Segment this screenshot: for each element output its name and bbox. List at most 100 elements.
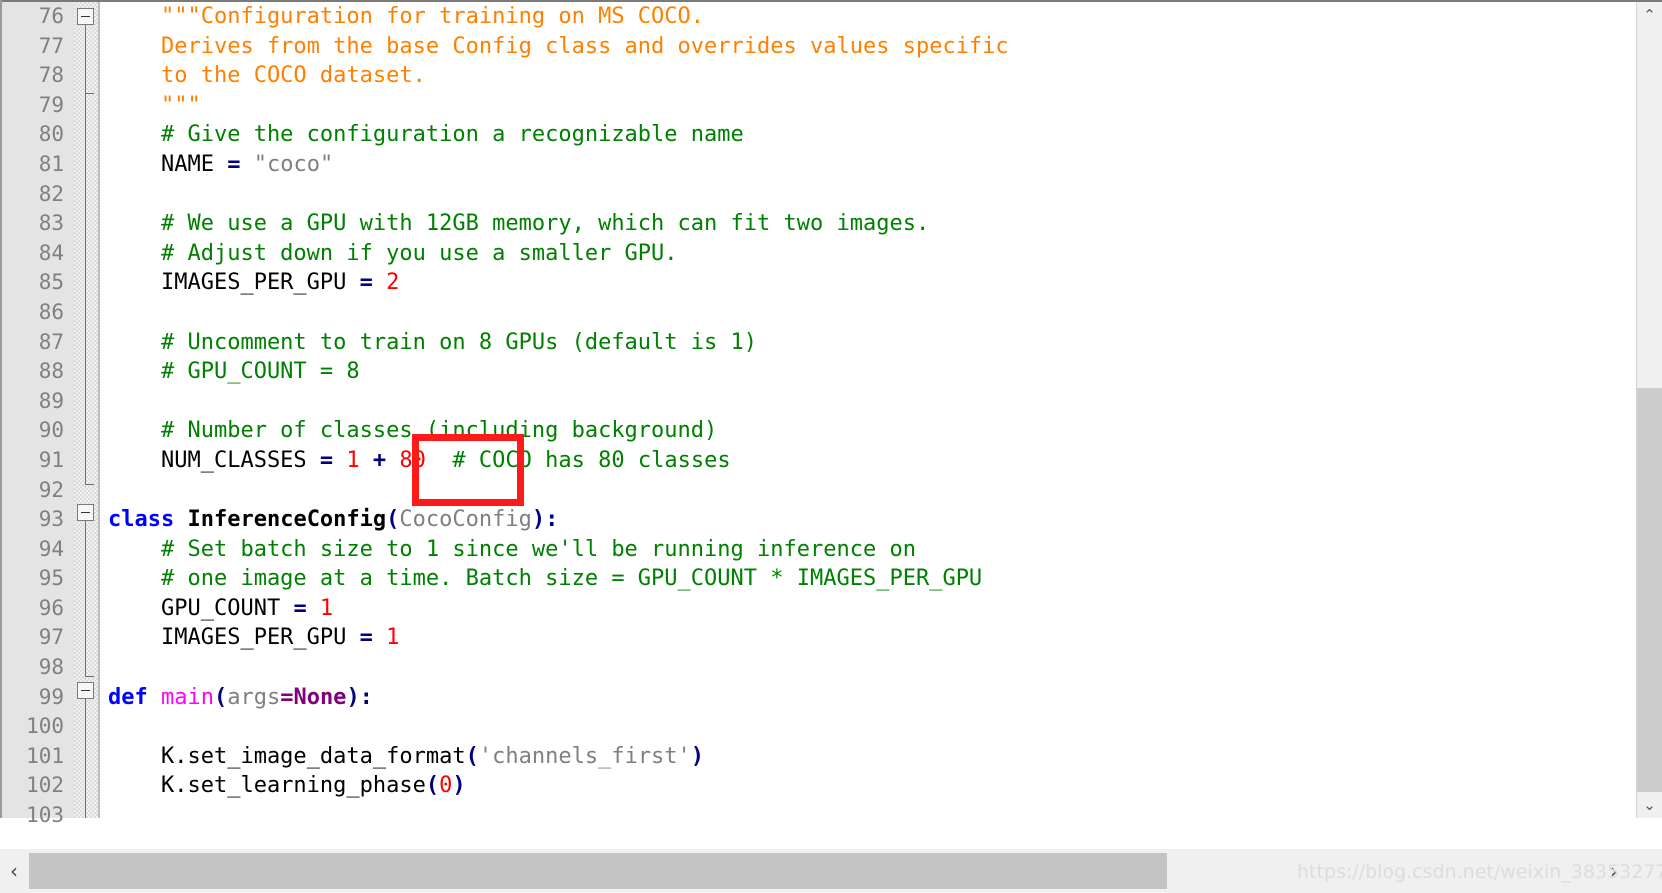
line-number: 83	[38, 211, 64, 236]
code-line[interactable]: def main(args=None):	[100, 683, 1534, 713]
line-number: 98	[38, 655, 64, 680]
code-token-id: NAME	[108, 151, 228, 177]
line-number: 94	[38, 536, 64, 561]
line-number: 77	[38, 33, 64, 58]
code-token-id: IMAGES_PER_GPU	[108, 625, 360, 651]
watermark-text: https://blog.csdn.net/weixin_38353277	[1297, 861, 1662, 883]
scroll-up-arrow-icon[interactable]: ⌃	[1637, 2, 1662, 28]
code-text-area[interactable]: """Configuration for training on MS COCO…	[100, 2, 1534, 818]
fold-region-end-marker	[85, 484, 94, 485]
code-token-cmt: # Uncomment to train on 8 GPUs (default …	[108, 329, 758, 355]
code-token-kw: def	[108, 684, 161, 710]
code-token-op: (	[386, 507, 400, 533]
horizontal-scrollbar-thumb[interactable]	[29, 853, 1167, 889]
code-line[interactable]: # Give the configuration a recognizable …	[100, 120, 1534, 150]
code-line[interactable]: # Uncomment to train on 8 GPUs (default …	[100, 328, 1534, 358]
code-line[interactable]: """	[100, 91, 1534, 121]
line-number: 90	[38, 418, 64, 443]
line-number: 102	[26, 773, 64, 798]
code-token-cmt: # We use a GPU with 12GB memory, which c…	[108, 211, 930, 237]
line-number: 87	[38, 329, 64, 354]
code-line[interactable]: NUM_CLASSES = 1 + 80 # COCO has 80 class…	[100, 446, 1534, 476]
code-line[interactable]: IMAGES_PER_GPU = 1	[100, 623, 1534, 653]
code-line[interactable]	[100, 801, 1534, 818]
code-token-fn: main	[160, 684, 214, 710]
code-line[interactable]: K.set_learning_phase(0)	[100, 771, 1534, 801]
code-line[interactable]: Derives from the base Config class and o…	[100, 32, 1534, 62]
code-token-op: (	[425, 773, 440, 799]
code-token-num: 1	[333, 447, 373, 473]
code-token-op: =	[359, 625, 373, 651]
code-token-doc: Derives from the base Config class and o…	[108, 33, 1009, 59]
fold-collapse-icon[interactable]	[77, 682, 94, 699]
fold-guide-line	[85, 699, 86, 818]
code-token-kw: class	[108, 507, 188, 533]
vertical-scrollbar[interactable]: ⌃ ⌄	[1636, 2, 1662, 818]
code-line[interactable]: class InferenceConfig(CocoConfig):	[100, 505, 1534, 535]
code-line[interactable]: # Set batch size to 1 since we'll be run…	[100, 535, 1534, 565]
line-number: 97	[38, 625, 64, 650]
code-token-op: +	[372, 447, 387, 473]
line-number-gutter: 76 77 78 79 80 81 82 83 84 85 86 87 88 89 90 91 92 93 94 95…	[2, 2, 74, 827]
fold-guide-line	[85, 25, 86, 93]
line-number: 99	[38, 684, 64, 709]
code-line[interactable]: GPU_COUNT = 1	[100, 594, 1534, 624]
code-token-cmt: # one image at a time. Batch size = GPU_…	[108, 566, 983, 592]
code-token-cls: InferenceConfig	[187, 507, 387, 533]
code-token-num: 1	[306, 595, 334, 621]
line-number: 100	[26, 714, 64, 739]
code-token-id: IMAGES_PER_GPU	[108, 270, 360, 296]
code-token-doc: """	[108, 92, 201, 118]
code-token-doc: to the COCO dataset.	[108, 63, 426, 89]
code-line[interactable]	[100, 653, 1534, 683]
code-token-cmt: # Number of classes (including backgroun…	[108, 418, 718, 444]
code-line[interactable]: NAME = "coco"	[100, 150, 1534, 180]
code-token-op: )	[452, 773, 466, 799]
code-line[interactable]: # one image at a time. Batch size = GPU_…	[100, 564, 1534, 594]
fold-region-end-marker	[85, 676, 94, 677]
code-token-num: 2	[372, 270, 400, 296]
code-token-op: =	[359, 270, 373, 296]
code-token-cmt: # Adjust down if you use a smaller GPU.	[108, 240, 678, 266]
code-line[interactable]: """Configuration for training on MS COCO…	[100, 2, 1534, 32]
code-line-list: """Configuration for training on MS COCO…	[100, 2, 1534, 818]
line-number: 95	[38, 566, 64, 591]
line-number: 85	[38, 270, 64, 295]
code-token-op: )	[690, 743, 705, 769]
fold-guide-line	[85, 521, 86, 676]
code-token-base: CocoConfig	[399, 507, 532, 533]
code-line[interactable]: K.set_image_data_format('channels_first'…	[100, 742, 1534, 772]
fold-collapse-icon[interactable]	[77, 504, 94, 521]
code-line[interactable]	[100, 387, 1534, 417]
line-number: 103	[26, 803, 64, 828]
vertical-scrollbar-thumb[interactable]	[1637, 388, 1662, 792]
code-line[interactable]	[100, 712, 1534, 742]
code-token-op: =	[319, 447, 334, 473]
code-token-op: =	[227, 151, 241, 177]
line-number: 96	[38, 595, 64, 620]
code-line[interactable]: # Adjust down if you use a smaller GPU.	[100, 239, 1534, 269]
code-token-id: K.set_learning_phase	[108, 773, 426, 799]
code-line[interactable]: # Number of classes (including backgroun…	[100, 416, 1534, 446]
code-line[interactable]: to the COCO dataset.	[100, 61, 1534, 91]
scroll-down-arrow-icon[interactable]: ⌄	[1637, 792, 1662, 818]
code-editor-window: 76 77 78 79 80 81 82 83 84 85 86 87 88 89 90 91 92 93 94 95…	[0, 0, 1662, 893]
fold-collapse-icon[interactable]	[77, 8, 94, 25]
code-line[interactable]: # We use a GPU with 12GB memory, which c…	[100, 209, 1534, 239]
code-folding-strip[interactable]	[74, 2, 98, 818]
code-line[interactable]: # GPU_COUNT = 8	[100, 357, 1534, 387]
code-token-const: =None	[280, 684, 347, 710]
code-token-cmt: # GPU_COUNT = 8	[108, 359, 360, 385]
line-number: 88	[38, 359, 64, 384]
code-line[interactable]: IMAGES_PER_GPU = 2	[100, 268, 1534, 298]
code-token-id: GPU_COUNT	[108, 595, 294, 621]
line-number: 80	[38, 122, 64, 147]
code-line[interactable]	[100, 476, 1534, 506]
code-token-arg: args	[227, 684, 281, 710]
scroll-left-arrow-icon[interactable]: ‹	[0, 849, 28, 893]
code-token-str: "coco"	[240, 151, 334, 177]
line-number: 78	[38, 63, 64, 88]
code-line[interactable]	[100, 298, 1534, 328]
line-number: 82	[38, 181, 64, 206]
code-line[interactable]	[100, 180, 1534, 210]
